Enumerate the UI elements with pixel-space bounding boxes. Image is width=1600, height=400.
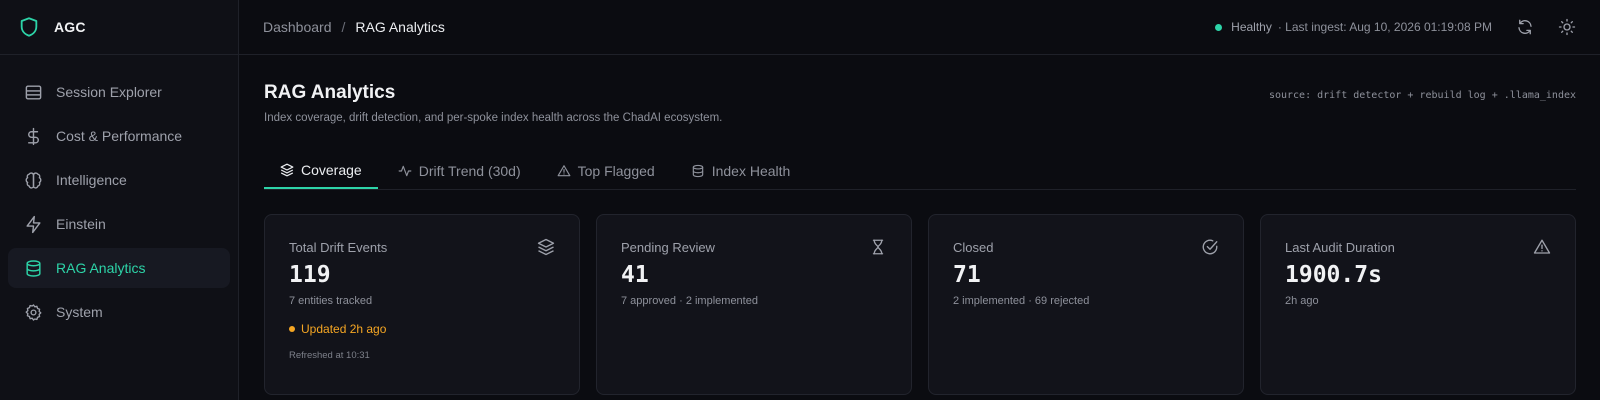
source-note: source: drift detector + rebuild log + .… <box>1268 90 1576 101</box>
brand[interactable]: AGC <box>0 0 238 55</box>
updated-text: Updated 2h ago <box>301 322 387 336</box>
card-value: 1900.7s <box>1285 262 1382 288</box>
card-value: 41 <box>621 262 649 288</box>
health-label: Healthy <box>1231 20 1272 34</box>
card-subtext: 7 approved · 2 implemented <box>621 295 758 307</box>
sidebar-item-session-explorer[interactable]: Session Explorer <box>8 72 230 112</box>
layers-icon <box>280 163 294 177</box>
sidebar: AGC Session Explorer Cost & Performance … <box>0 0 239 400</box>
refresh-icon[interactable] <box>1516 18 1534 36</box>
tab-label: Coverage <box>301 162 362 178</box>
last-ingest: · Last ingest: Aug 10, 2026 01:19:08 PM <box>1277 20 1492 34</box>
sidebar-item-label: Einstein <box>56 216 106 232</box>
stat-card-closed: Closed 71 2 implemented · 69 rejected <box>928 214 1244 395</box>
top-header: Dashboard / RAG Analytics Healthy · Last… <box>239 0 1600 55</box>
table-icon <box>24 83 43 102</box>
activity-icon <box>398 164 412 178</box>
tab-label: Drift Trend (30d) <box>418 163 521 179</box>
sidebar-item-rag-analytics[interactable]: RAG Analytics <box>8 248 230 288</box>
shield-icon <box>18 16 40 38</box>
card-label: Closed <box>953 240 994 255</box>
stat-cards: Total Drift Events 119 7 entities tracke… <box>264 214 1576 395</box>
gear-icon <box>24 303 43 322</box>
sidebar-item-label: Cost & Performance <box>56 128 183 144</box>
health-status: Healthy · Last ingest: Aug 10, 2026 01:1… <box>1215 20 1492 34</box>
card-subtext: 2 implemented · 69 rejected <box>953 295 1090 307</box>
card-value: 119 <box>289 262 331 288</box>
breadcrumb: Dashboard / RAG Analytics <box>263 19 445 35</box>
sidebar-item-cost-performance[interactable]: Cost & Performance <box>8 116 230 156</box>
breadcrumb-current: RAG Analytics <box>355 19 445 35</box>
stat-card-last-audit-duration: Last Audit Duration 1900.7s 2h ago <box>1260 214 1576 395</box>
check-circle-icon <box>1201 238 1219 256</box>
updated-indicator: Updated 2h ago <box>289 322 555 336</box>
brand-name: AGC <box>54 19 86 35</box>
warning-icon <box>557 164 571 178</box>
sidebar-item-label: System <box>56 304 103 320</box>
breadcrumb-dashboard-link[interactable]: Dashboard <box>263 19 332 35</box>
card-value: 71 <box>953 262 981 288</box>
tab-coverage[interactable]: Coverage <box>264 153 378 189</box>
card-label: Last Audit Duration <box>1285 240 1395 255</box>
breadcrumb-separator: / <box>341 19 346 35</box>
stat-card-pending-review: Pending Review 41 7 approved · 2 impleme… <box>596 214 912 395</box>
database-icon <box>24 259 43 278</box>
tab-drift-trend[interactable]: Drift Trend (30d) <box>382 153 537 189</box>
page-header: RAG Analytics Index coverage, drift dete… <box>264 55 1576 136</box>
main-content: RAG Analytics Index coverage, drift dete… <box>264 55 1576 395</box>
tab-index-health[interactable]: Index Health <box>675 153 807 189</box>
sidebar-nav: Session Explorer Cost & Performance Inte… <box>0 55 238 332</box>
sidebar-item-intelligence[interactable]: Intelligence <box>8 160 230 200</box>
tab-label: Top Flagged <box>577 163 655 179</box>
page-title: RAG Analytics <box>264 82 396 103</box>
stat-card-total-drift-events: Total Drift Events 119 7 entities tracke… <box>264 214 580 395</box>
page-subtitle: Index coverage, drift detection, and per… <box>264 112 723 124</box>
sidebar-item-einstein[interactable]: Einstein <box>8 204 230 244</box>
sidebar-item-label: Session Explorer <box>56 84 162 100</box>
hourglass-icon <box>869 238 887 256</box>
bolt-icon <box>24 215 43 234</box>
card-label: Pending Review <box>621 240 715 255</box>
sun-icon[interactable] <box>1558 18 1576 36</box>
sidebar-item-system[interactable]: System <box>8 292 230 332</box>
updated-dot <box>289 326 295 332</box>
card-subtext: 7 entities tracked <box>289 295 373 307</box>
dollar-icon <box>24 127 43 146</box>
database-icon <box>691 164 705 178</box>
tab-top-flagged[interactable]: Top Flagged <box>541 153 671 189</box>
brain-icon <box>24 171 43 190</box>
tab-label: Index Health <box>711 163 791 179</box>
sidebar-item-label: Intelligence <box>56 172 127 188</box>
card-label: Total Drift Events <box>289 240 388 255</box>
warning-icon <box>1533 238 1551 256</box>
sidebar-item-label: RAG Analytics <box>56 260 146 276</box>
card-subtext: 2h ago <box>1285 295 1319 307</box>
health-dot <box>1215 23 1223 31</box>
tab-bar: Coverage Drift Trend (30d) Top Flagged I… <box>264 136 1576 190</box>
layers-icon <box>537 238 555 256</box>
refreshed-text: Refreshed at 10:31 <box>289 350 370 361</box>
